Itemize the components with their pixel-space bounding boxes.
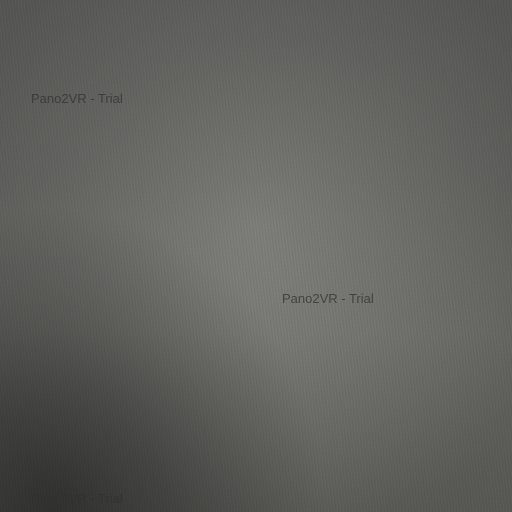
- trial-watermark: Pano2VR - Trial: [31, 91, 123, 106]
- panorama-view[interactable]: Pano2VR - Trial Pano2VR - Trial Pano2VR …: [0, 0, 512, 512]
- lighting-overlay: [0, 0, 512, 512]
- fabric-texture: [0, 0, 512, 512]
- trial-watermark: Pano2VR - Trial: [282, 291, 374, 306]
- trial-watermark: Pano2VR - Trial: [31, 491, 123, 506]
